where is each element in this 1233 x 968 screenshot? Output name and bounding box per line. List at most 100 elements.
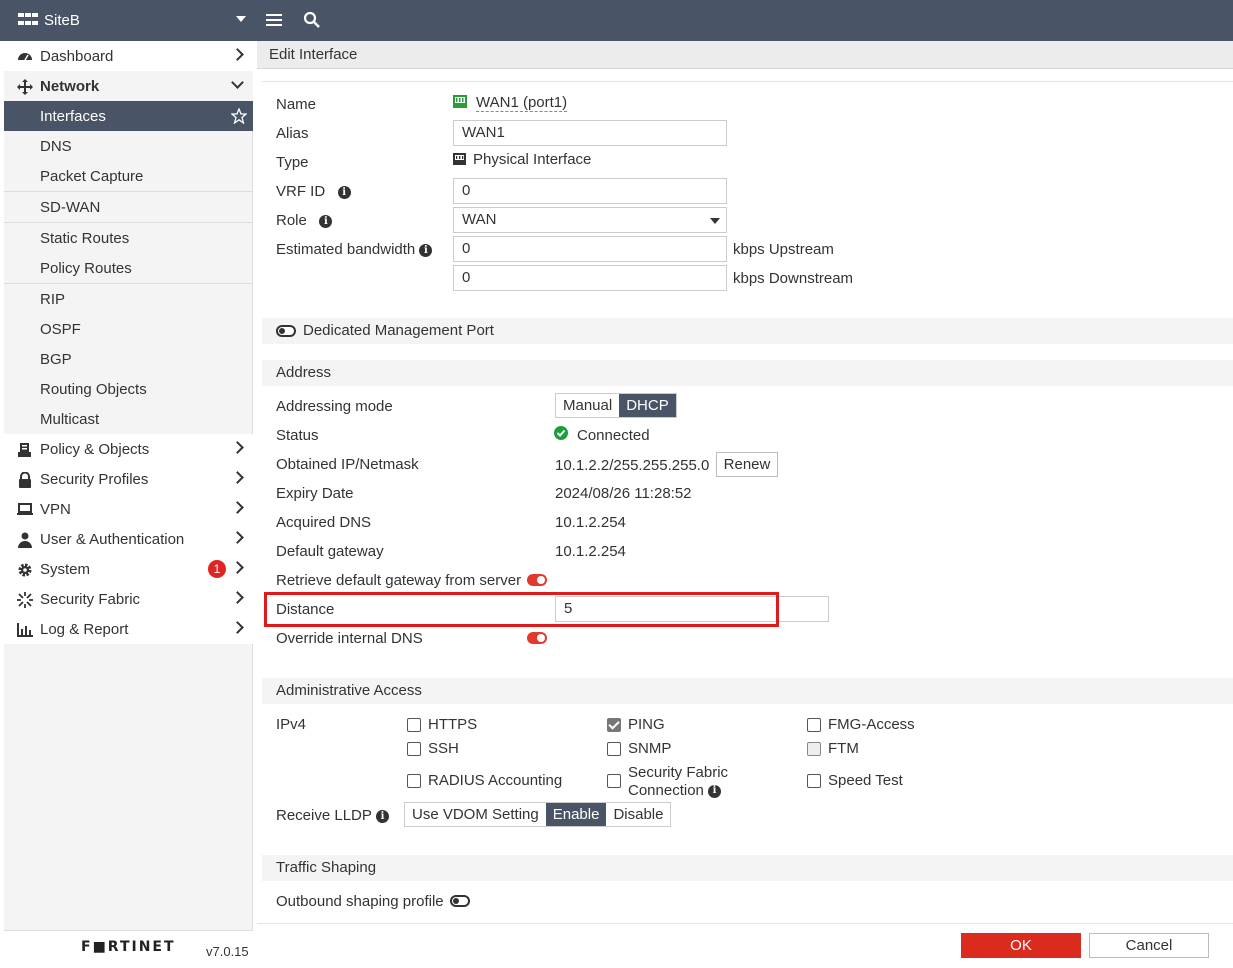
alias-input[interactable]: WAN1 [453, 120, 727, 146]
lock-icon [16, 471, 33, 488]
radius-accounting-checkbox[interactable] [407, 774, 421, 788]
search-icon[interactable] [303, 11, 321, 29]
ftm-label: FTM [828, 740, 859, 757]
sidebar-item-packet-capture[interactable]: Packet Capture [4, 161, 253, 192]
chevron-right-icon [231, 501, 244, 514]
address-section-header: Address [262, 360, 1233, 386]
sidebar-item-label: BGP [40, 350, 72, 368]
sidebar-item-ospf[interactable]: OSPF [4, 314, 253, 344]
sidebar-item-label: OSPF [40, 320, 81, 338]
sidebar-item-security-fabric[interactable]: Security Fabric [4, 584, 253, 614]
interface-name[interactable]: WAN1 (port1) [476, 94, 568, 112]
sidebar-item-policy-objects[interactable]: Policy & Objects [4, 434, 253, 464]
fmg-access-checkbox[interactable] [807, 718, 821, 732]
fortinet-logo: F■RTINET [81, 939, 176, 955]
menu-icon[interactable] [265, 11, 283, 29]
sidebar-item-interfaces[interactable]: Interfaces [4, 101, 253, 131]
ok-button[interactable]: OK [961, 933, 1081, 958]
role-select[interactable]: WAN [453, 207, 727, 233]
sidebar-item-label: DNS [40, 137, 72, 155]
sidebar-item-rip[interactable]: RIP [4, 284, 253, 314]
sidebar-item-multicast[interactable]: Multicast [4, 404, 253, 434]
upstream-input[interactable]: 0 [453, 236, 727, 262]
sidebar-item-vpn[interactable]: VPN [4, 494, 253, 524]
sidebar-item-policy-routes[interactable]: Policy Routes [4, 253, 253, 284]
status-value: Connected [577, 427, 650, 444]
sidebar-item-user-authentication[interactable]: User & Authentication [4, 524, 253, 554]
speed-test-label: Speed Test [828, 772, 903, 789]
addressing-mode-label: Addressing mode [276, 398, 393, 415]
sidebar-item-bgp[interactable]: BGP [4, 344, 253, 374]
type-value: Physical Interface [473, 151, 592, 168]
sidebar-item-label: System [40, 560, 91, 578]
cancel-button[interactable]: Cancel [1089, 933, 1209, 958]
laptop-icon [16, 501, 33, 518]
downstream-input[interactable]: 0 [453, 265, 727, 291]
chevron-right-icon [231, 471, 244, 484]
security-fabric-connection-checkbox[interactable] [607, 774, 621, 788]
speed-test-checkbox[interactable] [807, 774, 821, 788]
network-icon [16, 78, 33, 95]
chevron-right-icon [231, 531, 244, 544]
sidebar-item-log-report[interactable]: Log & Report [4, 614, 253, 644]
security-fabric-connection-label: Security Fabric Connection i [628, 764, 728, 800]
sidebar-item-dns[interactable]: DNS [4, 131, 253, 161]
breadcrumb: Edit Interface [257, 41, 1233, 69]
info-icon[interactable]: i [376, 809, 390, 823]
sidebar-item-dashboard[interactable]: Dashboard [4, 41, 253, 71]
chevron-right-icon [231, 621, 244, 634]
ssh-checkbox[interactable] [407, 742, 421, 756]
sidebar-item-sd-wan[interactable]: SD-WAN [4, 192, 253, 223]
sidebar-item-static-routes[interactable]: Static Routes [4, 223, 253, 253]
ip-netmask-label: Obtained IP/Netmask [276, 456, 419, 473]
outbound-shaping-toggle[interactable] [450, 895, 470, 907]
snmp-label: SNMP [628, 740, 672, 757]
star-icon[interactable] [231, 108, 247, 124]
physical-port-icon [453, 153, 466, 165]
ping-checkbox[interactable] [607, 718, 621, 732]
snmp-checkbox[interactable] [607, 742, 621, 756]
info-icon[interactable]: i [337, 185, 351, 199]
sidebar-item-label: Security Profiles [40, 470, 149, 488]
radius-accounting-label: RADIUS Accounting [428, 772, 563, 789]
https-checkbox[interactable] [407, 718, 421, 732]
sidebar-item-label: SD-WAN [40, 198, 101, 216]
acquired-dns-label: Acquired DNS [276, 514, 372, 531]
outbound-shaping-label: Outbound shaping profile [276, 893, 444, 910]
lldp-disable-option[interactable]: Disable [606, 803, 671, 826]
sidebar-item-label: Security Fabric [40, 590, 141, 608]
override-dns-toggle[interactable] [527, 632, 547, 644]
info-icon[interactable]: i [708, 784, 722, 798]
vrf-id-input[interactable]: 0 [453, 178, 727, 204]
sidebar-item-label: RIP [40, 290, 66, 308]
chevron-down-icon [231, 76, 244, 89]
dedicated-mgmt-row: Dedicated Management Port [262, 318, 1233, 344]
lldp-vdom-option[interactable]: Use VDOM Setting [405, 803, 546, 826]
sidebar-item-label: Policy Routes [40, 259, 132, 277]
sidebar-item-network[interactable]: Network [4, 71, 253, 101]
sidebar-item-routing-objects[interactable]: Routing Objects [4, 374, 253, 404]
status-label: Status [276, 427, 319, 444]
site-selector[interactable]: SiteB [0, 0, 255, 41]
sidebar-footer: F■RTINET v7.0.15 [4, 930, 253, 968]
override-dns-label: Override internal DNS [276, 630, 423, 647]
mode-manual-option[interactable]: Manual [556, 394, 620, 417]
name-label: Name [276, 96, 317, 113]
gear-icon [16, 561, 33, 578]
lldp-enable-option[interactable]: Enable [545, 803, 607, 826]
ip-netmask-value: 10.1.2.2/255.255.255.0 [555, 457, 710, 474]
dashboard-icon [16, 48, 33, 65]
dedicated-mgmt-toggle[interactable] [276, 325, 296, 337]
sidebar-item-label: VPN [40, 500, 71, 518]
mode-dhcp-option[interactable]: DHCP [619, 394, 676, 417]
info-icon[interactable]: i [319, 214, 333, 228]
renew-button[interactable]: Renew [716, 452, 778, 477]
info-icon[interactable]: i [419, 243, 433, 257]
retrieve-gateway-toggle[interactable] [527, 574, 547, 586]
default-gateway-value: 10.1.2.254 [555, 543, 626, 560]
sidebar: Dashboard Network Interfaces DNS Packet … [4, 41, 253, 968]
ftm-checkbox[interactable] [807, 742, 821, 756]
sidebar-item-system[interactable]: System 1 [4, 554, 253, 584]
retrieve-gateway-label: Retrieve default gateway from server [276, 572, 522, 589]
sidebar-item-security-profiles[interactable]: Security Profiles [4, 464, 253, 494]
